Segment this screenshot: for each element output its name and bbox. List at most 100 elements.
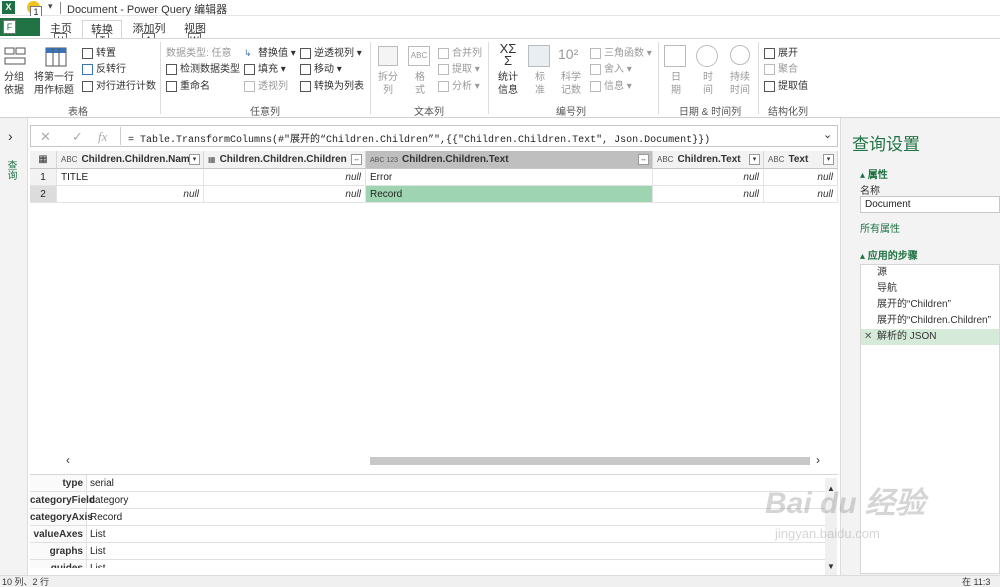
- split-column-button[interactable]: 拆分 列: [376, 71, 400, 97]
- fill-button[interactable]: 填充 ▾: [244, 60, 286, 75]
- reverse-rows-button[interactable]: 反转行: [82, 60, 126, 75]
- filter-dropdown-icon[interactable]: ▾: [749, 154, 760, 165]
- query-name-input[interactable]: Document: [860, 196, 1000, 213]
- queries-pane-collapsed: [0, 118, 28, 575]
- rename-button[interactable]: 重命名: [166, 77, 210, 92]
- unpivot-columns-button[interactable]: 逆透视列 ▾: [300, 44, 362, 59]
- scrollbar-thumb[interactable]: [370, 457, 810, 465]
- record-value[interactable]: List: [87, 543, 825, 560]
- formula-input[interactable]: = Table.TransformColumns(#"展开的“Children.…: [128, 130, 710, 146]
- column-header-selected[interactable]: ABC 123 Children.Children.Text ↔: [366, 151, 653, 169]
- step-parsed-json[interactable]: ✕ 解析的 JSON: [861, 329, 999, 345]
- filter-dropdown-icon[interactable]: ▾: [823, 154, 834, 165]
- data-type-dropdown[interactable]: 数据类型: 任意: [166, 44, 232, 59]
- merge-columns-button[interactable]: 合并列: [438, 44, 482, 59]
- expand-queries-chevron-icon[interactable]: ›: [8, 128, 13, 144]
- table-cell[interactable]: null: [204, 186, 366, 203]
- filter-dropdown-icon[interactable]: ▾: [189, 154, 200, 165]
- queries-label[interactable]: 查询: [5, 160, 18, 180]
- table-type-icon[interactable]: ▦: [208, 155, 216, 164]
- format-button[interactable]: 格 式: [410, 71, 430, 97]
- scientific-button[interactable]: 科学 记数: [558, 71, 584, 97]
- table-cell[interactable]: null: [653, 169, 764, 186]
- count-rows-button[interactable]: 对行进行计数: [82, 77, 156, 92]
- column-header[interactable]: ABC Children.Children.Name ▾: [57, 151, 204, 169]
- delete-step-icon[interactable]: ✕: [864, 329, 872, 345]
- confirm-formula-icon[interactable]: ✓: [72, 129, 83, 145]
- time-button[interactable]: 时 间: [698, 71, 718, 97]
- table-cell[interactable]: null: [57, 186, 204, 203]
- rename-icon: [166, 80, 177, 92]
- table-cell-selected[interactable]: Record: [366, 186, 653, 203]
- parse-button[interactable]: 分析 ▾: [438, 77, 480, 92]
- table-cell[interactable]: Error: [366, 169, 653, 186]
- parse-label: 分析: [452, 81, 472, 92]
- table-cell[interactable]: null: [204, 169, 366, 186]
- statistics-button[interactable]: 统计 信息: [494, 71, 522, 97]
- row-number[interactable]: 1: [30, 169, 57, 186]
- any-type-icon[interactable]: ABC 123: [370, 157, 398, 164]
- table-cell[interactable]: null: [764, 169, 838, 186]
- table-cell[interactable]: null: [653, 186, 764, 203]
- column-header[interactable]: ▦ Children.Children.Children ↔: [204, 151, 366, 169]
- table-corner-icon[interactable]: ▦: [30, 151, 57, 169]
- text-type-icon[interactable]: ABC: [768, 155, 784, 164]
- aggregate-icon: [764, 63, 775, 75]
- record-value[interactable]: serial: [87, 475, 825, 492]
- information-button[interactable]: 信息 ▾: [590, 77, 632, 92]
- expand-button[interactable]: 展开: [764, 44, 798, 59]
- fill-down-icon: [244, 63, 255, 75]
- extract-values-button[interactable]: 提取值: [764, 77, 808, 92]
- rounding-button[interactable]: 舍入 ▾: [590, 60, 632, 75]
- data-preview-grid: ▦ ABC Children.Children.Name ▾ ▦ Children.…: [30, 151, 838, 461]
- table-cell[interactable]: null: [764, 186, 838, 203]
- properties-section-header[interactable]: ▴ 属性: [860, 166, 888, 181]
- step-navigation[interactable]: 导航: [861, 281, 999, 297]
- detect-data-type-button[interactable]: 检测数据类型: [166, 60, 240, 75]
- to-list-label: 转换为列表: [314, 81, 364, 92]
- detect-type-label: 检测数据类型: [180, 64, 240, 75]
- record-row: type serial: [30, 475, 825, 492]
- quick-access-dropdown-icon[interactable]: ▾: [48, 1, 53, 12]
- expand-column-icon[interactable]: ↔: [638, 154, 649, 165]
- record-value[interactable]: List: [87, 526, 825, 543]
- aggregate-button[interactable]: 聚合: [764, 60, 798, 75]
- use-first-row-as-headers-button[interactable]: 将第一行 用作标题: [34, 71, 78, 97]
- standard-button[interactable]: 标 准: [530, 71, 550, 97]
- pivot-column-button[interactable]: 透视列: [244, 77, 288, 92]
- column-header[interactable]: ABC Text ▾: [764, 151, 838, 169]
- all-properties-link[interactable]: 所有属性: [860, 220, 900, 235]
- expand-column-icon[interactable]: ↔: [351, 154, 362, 165]
- group-by-button[interactable]: 分组 依据: [4, 71, 30, 97]
- applied-steps-section-header[interactable]: ▴ 应用的步骤: [860, 247, 918, 262]
- step-expanded-children[interactable]: 展开的“Children”: [861, 297, 999, 313]
- column-header[interactable]: ABC Children.Text ▾: [653, 151, 764, 169]
- text-type-icon[interactable]: ABC: [657, 155, 673, 164]
- watermark-url: jingyan.baidu.com: [775, 526, 880, 541]
- move-button[interactable]: 移动 ▾: [300, 60, 342, 75]
- record-value[interactable]: Record: [87, 509, 825, 526]
- expand-formula-chevron-icon[interactable]: ⌄: [823, 128, 832, 141]
- text-type-icon[interactable]: ABC: [61, 155, 77, 164]
- step-source[interactable]: 源: [861, 265, 999, 281]
- scroll-right-icon[interactable]: ›: [816, 453, 820, 467]
- extract-values-label: 提取值: [778, 81, 808, 92]
- scroll-left-icon[interactable]: ‹: [66, 453, 70, 467]
- record-value[interactable]: List: [87, 560, 825, 568]
- transpose-button[interactable]: 转置: [82, 44, 116, 59]
- watermark-logo-text: Bai du 经验: [765, 487, 926, 520]
- trigonometry-button[interactable]: 三角函数 ▾: [590, 44, 652, 59]
- replace-values-button[interactable]: ↳ 替换值 ▾: [244, 44, 296, 59]
- cancel-formula-icon[interactable]: ✕: [40, 129, 51, 145]
- extract-button[interactable]: 提取 ▾: [438, 60, 480, 75]
- date-button[interactable]: 日 期: [666, 71, 686, 97]
- table-cell[interactable]: TITLE: [57, 169, 204, 186]
- row-number[interactable]: 2: [30, 186, 57, 203]
- tab-file[interactable]: F: [0, 18, 40, 36]
- fx-icon[interactable]: fx: [98, 129, 107, 145]
- time-icon: [696, 45, 718, 67]
- convert-to-list-button[interactable]: 转换为列表: [300, 77, 364, 92]
- duration-button[interactable]: 持续 时间: [726, 71, 754, 97]
- step-expanded-children-children[interactable]: 展开的“Children.Children”: [861, 313, 999, 329]
- record-value[interactable]: category: [87, 492, 825, 509]
